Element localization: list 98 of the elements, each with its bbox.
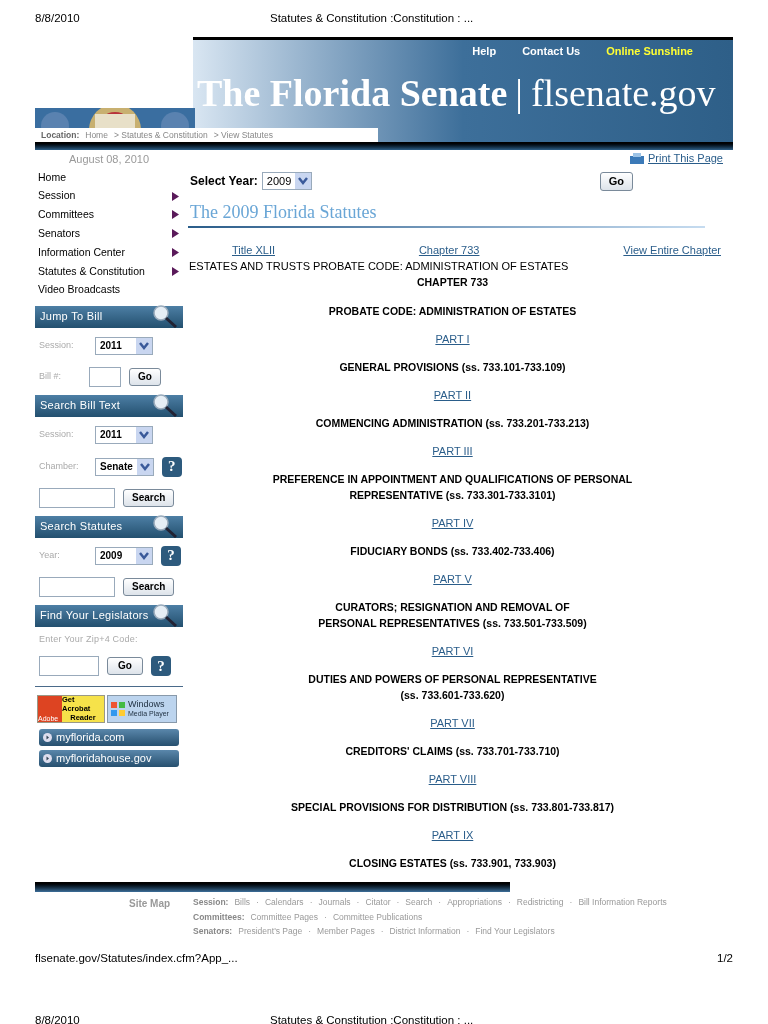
print-title: Statutes & Constitution :Constitution : ... <box>270 1013 474 1024</box>
year-dropdown[interactable]: 2009 <box>261 172 313 190</box>
button[interactable]: Search <box>123 578 175 597</box>
part-description: DUTIES AND POWERS OF PERSONAL REPRESENTATIVE (ss. 733.601-733.620) <box>308 672 597 703</box>
part-link[interactable]: PART VI <box>431 643 474 659</box>
widget-title: Search Statutes <box>40 519 123 535</box>
help-button[interactable]: ? <box>161 456 182 477</box>
menu-item[interactable]: Senators <box>35 224 183 244</box>
widget-title: Jump To Bill <box>40 309 103 325</box>
chapter-nav-link[interactable]: Chapter 733 <box>418 241 480 258</box>
part-link[interactable]: PART II <box>433 387 472 403</box>
title-separator: | <box>515 74 523 112</box>
part-description: CURATORS; RESIGNATION AND REMOVAL OF PERSONAL REPRESENTATIVES (ss. 733.501-733.509) <box>318 600 587 631</box>
print-link[interactable]: Print This Page <box>648 149 723 167</box>
part-description: CREDITORS' CLAIMS (ss. 733.701-733.710) <box>345 744 560 759</box>
part-link[interactable]: PART IX <box>431 827 474 843</box>
part-link[interactable]: PART VII <box>430 715 475 731</box>
menu-item[interactable]: Home <box>35 168 183 187</box>
separator-dot: · <box>356 896 360 909</box>
site-map-group-label: Session: <box>193 896 229 909</box>
location-label: Location: <box>41 128 80 142</box>
page-number: 1/2 <box>717 950 733 966</box>
input-field[interactable] <box>39 656 99 677</box>
separator-dot: · <box>324 910 327 923</box>
part-link[interactable]: PART VIII <box>428 771 477 787</box>
site-link[interactable]: myflorida.com <box>39 728 179 746</box>
part-description: GENERAL PROVISIONS (ss. 733.101-733.109) <box>339 360 566 375</box>
button[interactable]: Search <box>123 489 175 508</box>
site-link[interactable]: myfloridahouse.gov <box>39 749 179 767</box>
separator-dot: · <box>380 925 384 938</box>
part-description: CLOSING ESTATES (ss. 733.901, 733.903) <box>349 856 556 871</box>
part-description: SPECIAL PROVISIONS FOR DISTRIBUTION (ss. 733.801-733.817) <box>290 800 615 815</box>
button[interactable]: Go <box>129 368 161 387</box>
breadcrumb-link[interactable]: Home <box>85 128 108 142</box>
select-year-label: Select Year: <box>190 173 258 190</box>
part-link[interactable]: PART V <box>433 571 472 587</box>
input-field[interactable] <box>39 488 115 509</box>
chapter-subtitle: PROBATE CODE: ADMINISTRATION OF ESTATES <box>328 304 577 319</box>
part-link[interactable]: PART III <box>432 443 473 459</box>
play-icon <box>43 753 52 763</box>
separator-dot: · <box>396 896 400 909</box>
print-url: flsenate.gov/Statutes/index.cfm?App_... <box>35 950 238 966</box>
field-label: Session: <box>39 427 75 441</box>
field-label: Bill #: <box>39 370 62 384</box>
date-text: August 08, 2010 <box>68 151 150 167</box>
site-title: The Florida Senate <box>197 74 508 112</box>
field-label: Enter Your Zip+4 Code: <box>39 632 138 646</box>
site-map-label: Site Map <box>129 897 172 911</box>
top-nav-link[interactable]: Help <box>472 42 497 60</box>
chapter-nav-link[interactable]: Title XLII <box>232 241 275 258</box>
separator-dot: · <box>569 896 573 909</box>
field-label: Year: <box>39 548 61 562</box>
menu-item[interactable]: Session <box>35 186 183 206</box>
help-button[interactable]: ? <box>151 656 171 677</box>
play-icon <box>43 732 52 742</box>
part-link[interactable]: PART I <box>435 331 470 347</box>
separator-dot: · <box>438 896 442 909</box>
dropdown[interactable]: 2011 <box>95 336 153 355</box>
print-title: Statutes & Constitution :Constitution : ... <box>270 10 474 26</box>
field-label: Session: <box>39 338 75 352</box>
separator-dot: · <box>308 925 312 938</box>
menu-item[interactable]: Video Broadcasts <box>35 280 183 300</box>
breadcrumb-link[interactable]: > Statutes & Constitution <box>113 128 208 142</box>
part-link[interactable]: PART IV <box>431 515 474 531</box>
menu-item[interactable]: Statutes & Constitution <box>35 262 183 281</box>
dropdown[interactable]: 2009 <box>95 546 153 565</box>
widget-title: Search Bill Text <box>40 398 120 414</box>
breadcrumb-link[interactable]: > View Statutes <box>213 128 273 142</box>
separator-dot: · <box>309 896 313 909</box>
title-line: ESTATES AND TRUSTS PROBATE CODE: ADMINISTRATION OF ESTATES <box>188 259 570 274</box>
menu-item[interactable]: Committees <box>35 205 183 225</box>
site-domain: flsenate.gov <box>530 74 716 112</box>
dropdown[interactable]: 2011 <box>95 425 153 444</box>
help-button[interactable]: ? <box>161 545 181 566</box>
site-map-group-label: Committees: <box>193 910 245 923</box>
site-map-group-label: Senators: <box>193 925 233 938</box>
button[interactable]: Go <box>107 657 143 676</box>
chapter-nav-link[interactable]: View Entire Chapter <box>623 241 721 258</box>
field-label: Chamber: <box>39 459 80 473</box>
print-date: 8/8/2010 <box>35 1013 81 1024</box>
top-nav-link[interactable]: Online Sunshine <box>606 42 693 60</box>
dropdown[interactable]: Senate <box>95 457 154 476</box>
top-nav-link[interactable]: Contact Us <box>522 42 581 60</box>
menu-item[interactable]: Information Center <box>35 243 183 262</box>
separator-dot: · <box>256 896 259 909</box>
part-description: FIDUCIARY BONDS (ss. 733.402-733.406) <box>350 544 555 559</box>
separator-dot: · <box>507 896 511 909</box>
button[interactable]: Go <box>599 171 633 191</box>
separator-dot: · <box>466 925 470 938</box>
printer-icon <box>630 152 644 164</box>
widget-title: Find Your Legislators <box>40 608 149 624</box>
input-field[interactable] <box>89 367 121 388</box>
page-heading: The 2009 Florida Statutes <box>189 201 378 224</box>
chapter-title: CHAPTER 733 <box>416 275 489 290</box>
part-description: COMMENCING ADMINISTRATION (ss. 733.201-733.213) <box>315 416 590 431</box>
input-field[interactable] <box>39 577 115 598</box>
part-description: PREFERENCE IN APPOINTMENT AND QUALIFICATIONS OF PERSONAL REPRESENTATIVE (ss. 733.301-733.3101) <box>272 472 633 503</box>
print-date: 8/8/2010 <box>35 10 81 26</box>
